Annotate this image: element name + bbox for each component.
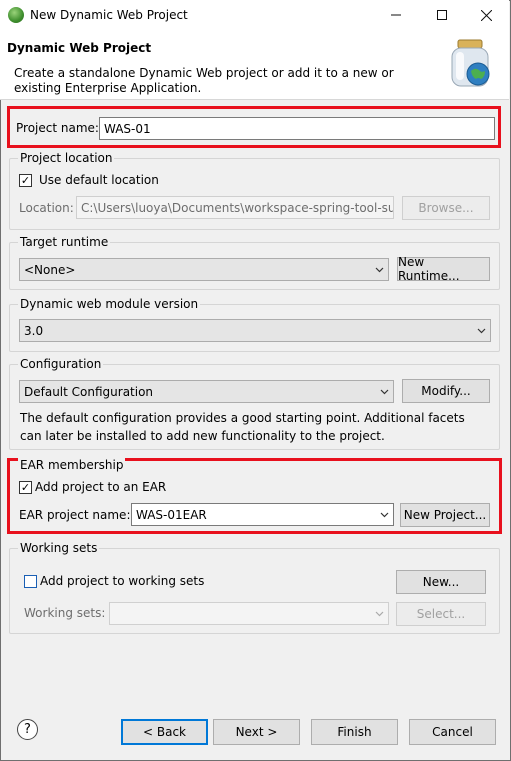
chevron-down-icon	[477, 328, 486, 334]
configuration-description: The default configuration provides a goo…	[20, 411, 465, 443]
modify-button[interactable]: Modify...	[402, 379, 490, 403]
finish-button[interactable]: Finish	[311, 719, 398, 745]
add-to-ear-checkbox[interactable]: ✓	[19, 481, 32, 494]
add-to-working-sets-checkbox[interactable]	[24, 575, 37, 588]
target-runtime-legend: Target runtime	[18, 235, 111, 249]
checkmark-icon: ✓	[20, 481, 31, 494]
target-runtime-value: <None>	[24, 263, 76, 277]
working-sets-select[interactable]	[109, 602, 389, 625]
chevron-down-icon	[375, 611, 384, 617]
maximize-icon	[437, 10, 447, 20]
add-to-ear-label: Add project to an EAR	[35, 480, 167, 494]
target-runtime-select[interactable]: <None>	[19, 258, 389, 281]
working-sets-label: Working sets:	[24, 606, 106, 620]
page-title: Dynamic Web Project	[7, 41, 152, 55]
ear-project-name-label: EAR project name:	[19, 508, 131, 522]
location-input[interactable]: C:\Users\luoya\Documents\workspace-sprin…	[76, 196, 394, 219]
web-project-jar-icon	[444, 38, 496, 90]
configuration-legend: Configuration	[18, 357, 104, 371]
minimize-button[interactable]	[373, 0, 419, 30]
use-default-location-label: Use default location	[39, 173, 159, 187]
window-title: New Dynamic Web Project	[30, 8, 188, 22]
use-default-location-checkbox[interactable]: ✓	[19, 174, 32, 187]
ear-project-name-value: WAS-01EAR	[136, 508, 207, 522]
project-location-legend: Project location	[18, 151, 115, 165]
chevron-down-icon	[375, 267, 384, 273]
next-button[interactable]: Next >	[213, 719, 300, 745]
module-version-select[interactable]: 3.0	[19, 319, 491, 342]
module-version-legend: Dynamic web module version	[18, 297, 201, 311]
new-runtime-button[interactable]: New Runtime...	[397, 255, 490, 283]
help-icon[interactable]: ?	[17, 719, 38, 740]
browse-button[interactable]: Browse...	[402, 196, 490, 220]
maximize-button[interactable]	[419, 0, 465, 30]
back-button[interactable]: < Back	[121, 719, 208, 745]
configuration-value: Default Configuration	[24, 385, 154, 399]
working-sets-legend: Working sets	[18, 541, 100, 555]
project-name-label: Project name:	[16, 121, 99, 135]
chevron-down-icon	[380, 512, 389, 518]
project-name-input[interactable]: WAS-01	[99, 117, 495, 140]
ear-membership-legend: EAR membership	[18, 458, 126, 472]
close-button[interactable]	[463, 0, 509, 30]
close-icon	[480, 9, 492, 21]
ear-project-name-input[interactable]: WAS-01EAR	[131, 503, 394, 526]
module-version-value: 3.0	[24, 324, 44, 338]
minimize-icon	[391, 14, 401, 16]
cancel-button[interactable]: Cancel	[409, 719, 496, 745]
new-project-button[interactable]: New Project...	[400, 503, 490, 527]
configuration-select[interactable]: Default Configuration	[19, 380, 394, 403]
new-working-set-button[interactable]: New...	[396, 570, 486, 594]
eclipse-app-icon	[8, 7, 24, 23]
location-label: Location:	[19, 201, 74, 215]
chevron-down-icon	[380, 389, 389, 395]
add-to-working-sets-label: Add project to working sets	[40, 574, 205, 588]
page-description: Create a standalone Dynamic Web project …	[14, 66, 394, 95]
select-working-sets-button[interactable]: Select...	[396, 602, 486, 626]
checkmark-icon: ✓	[20, 174, 31, 187]
